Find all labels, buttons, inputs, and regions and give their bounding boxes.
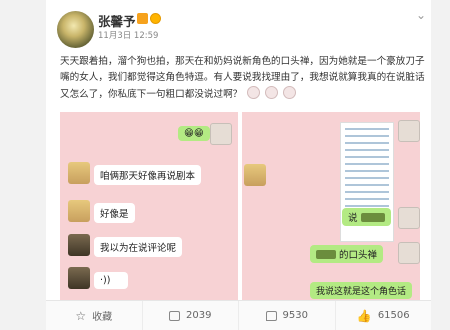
repost-count: 2039	[186, 310, 212, 321]
favorite-button[interactable]: ☆ 收藏	[46, 301, 143, 330]
chat-message: 我以为在说评论呢	[94, 237, 183, 257]
username[interactable]: 张馨予	[98, 11, 136, 30]
chat-message: 说	[342, 208, 391, 226]
chat-screenshot-left[interactable]: 😁😁 咱俩那天好像再说剧本 好像是 我以为在说评论呢 ·))	[60, 112, 238, 300]
girl-avatar-icon	[68, 200, 90, 222]
cat-avatar-icon	[398, 120, 420, 142]
dog-avatar-icon	[68, 267, 90, 289]
voice-bubble: ·))	[94, 272, 128, 289]
badge-icon	[150, 13, 161, 24]
post-images: 😁😁 咱俩那天好像再说剧本 好像是 我以为在说评论呢 ·)) 说 的口头禅 我说…	[60, 112, 420, 300]
cat-avatar-icon	[398, 242, 420, 264]
timestamp[interactable]: 11月3日 12:59	[98, 29, 158, 41]
favorite-label: 收藏	[92, 312, 113, 323]
girl-avatar-icon	[244, 164, 266, 186]
comment-count: 9530	[282, 310, 308, 321]
emoji-icon	[247, 86, 261, 99]
dog-avatar-icon	[68, 234, 90, 256]
repost-button[interactable]: 2039	[143, 301, 239, 330]
chevron-down-icon[interactable]: ⌄	[416, 8, 426, 22]
chat-message: 的口头禅	[310, 245, 384, 263]
like-count: 61506	[377, 310, 410, 321]
post-text-content: 天天跟着拍，溜个狗也拍，那天在和奶妈说新角色的口头禅，因为她就是一个豪放刀子嘴的…	[60, 56, 425, 100]
star-icon: ☆	[75, 308, 87, 323]
girl-avatar-icon	[68, 162, 90, 184]
action-bar: ☆ 收藏 2039 9530 👍 61506	[46, 300, 431, 330]
like-button[interactable]: 👍 61506	[336, 301, 432, 330]
vip-icon	[137, 13, 148, 24]
cat-avatar-icon	[210, 123, 232, 145]
chat-message-text: 说	[348, 213, 358, 224]
thumbs-up-icon: 👍	[356, 308, 372, 323]
emoji-bubble: 😁😁	[178, 126, 210, 141]
chat-message: 我说这就是这个角色话	[310, 282, 413, 299]
chat-screenshot-right[interactable]: 说 的口头禅 我说这就是这个角色话	[242, 112, 420, 300]
chat-message: 好像是	[94, 203, 135, 223]
repost-icon	[169, 310, 181, 321]
post-text: 天天跟着拍，溜个狗也拍，那天在和奶妈说新角色的口头禅，因为她就是一个豪放刀子嘴的…	[60, 54, 430, 103]
emoji-icon	[283, 86, 297, 99]
comment-icon	[265, 310, 277, 321]
cat-avatar-icon	[398, 207, 420, 229]
emoji-icon	[265, 86, 279, 99]
chat-message: 咱俩那天好像再说剧本	[94, 165, 202, 185]
comment-button[interactable]: 9530	[239, 301, 336, 330]
avatar[interactable]	[57, 11, 94, 48]
chat-message-text: 的口头禅	[339, 250, 378, 261]
